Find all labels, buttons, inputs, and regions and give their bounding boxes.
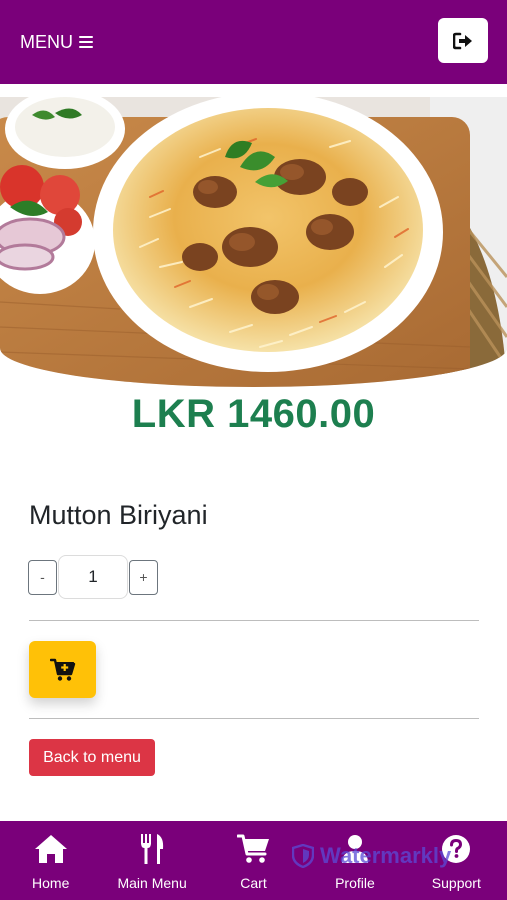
menu-button[interactable]: MENU <box>20 28 93 56</box>
logout-button[interactable] <box>438 18 488 63</box>
nav-support[interactable]: Support <box>406 821 507 900</box>
cart-icon <box>236 834 269 863</box>
divider <box>29 718 479 719</box>
question-circle-icon <box>442 835 471 863</box>
top-bar: MENU <box>0 0 507 84</box>
product-price: LKR 1460.00 <box>131 392 376 436</box>
nav-label: Main Menu <box>117 875 187 891</box>
product-name: Mutton Biriyani <box>29 500 208 530</box>
decrement-button[interactable]: - <box>28 559 57 595</box>
user-icon <box>341 835 368 863</box>
add-to-cart-button[interactable] <box>29 641 96 698</box>
fork-knife-icon <box>141 834 164 864</box>
divider <box>29 620 479 621</box>
nav-cart[interactable]: Cart <box>203 821 304 900</box>
bottom-navigation: Home Main Menu Cart Profile Support <box>0 821 507 900</box>
nav-main-menu[interactable]: Main Menu <box>101 821 202 900</box>
nav-profile[interactable]: Profile <box>304 821 405 900</box>
home-icon <box>34 835 67 863</box>
cart-plus-icon <box>49 658 75 681</box>
nav-home[interactable]: Home <box>0 821 101 900</box>
product-image <box>0 97 507 387</box>
quantity-stepper: - 1 + <box>28 555 158 599</box>
sign-out-icon <box>453 32 472 49</box>
hamburger-icon <box>79 36 93 48</box>
quantity-input[interactable]: 1 <box>58 555 128 599</box>
nav-label: Home <box>32 875 70 891</box>
increment-button[interactable]: + <box>129 559 158 595</box>
back-to-menu-button[interactable]: Back to menu <box>29 739 155 776</box>
nav-label: Support <box>431 875 481 891</box>
nav-label: Cart <box>240 875 267 891</box>
menu-label: MENU <box>20 31 73 52</box>
nav-label: Profile <box>335 875 375 891</box>
